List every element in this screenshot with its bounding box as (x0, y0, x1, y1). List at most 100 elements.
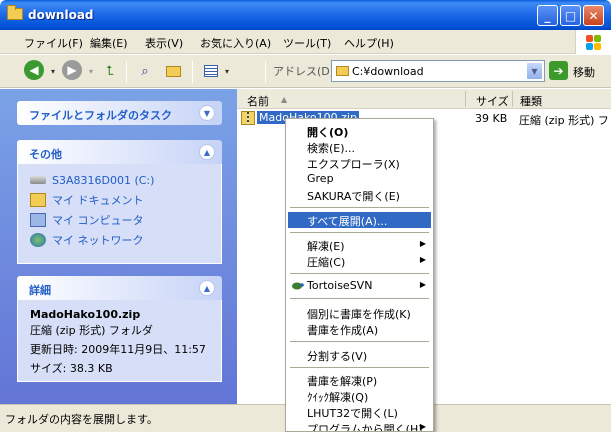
menu-item-label[interactable]: 開く(O) (307, 124, 348, 140)
column-size[interactable]: サイズ (476, 93, 509, 109)
address-label: アドレス(D) (273, 65, 335, 78)
menu-view[interactable]: 表示(V) (145, 35, 183, 51)
menu-item-grep[interactable]: Grep (288, 171, 431, 187)
folder-icon (336, 66, 349, 76)
menu-file[interactable]: ファイル(F) (24, 35, 83, 51)
menu-item-quick-extract[interactable]: ｸｲｯｸ解凍(Q) (288, 388, 431, 404)
forward-dropdown-icon[interactable]: ▾ (82, 62, 100, 80)
collapse-chevron-icon[interactable]: ▲ (199, 144, 215, 160)
menu-item-label[interactable]: プログラムから開く(H) (307, 421, 423, 431)
file-tasks-title[interactable]: ファイルとフォルダのタスク (29, 107, 172, 123)
details-file-name: MadoHako100.zip (30, 308, 141, 321)
file-type: 圧縮 (zip 形式) フ (519, 114, 609, 127)
other-item-label[interactable]: マイ ネットワーク (52, 232, 144, 248)
toolbar: ◀ ▾ ▶ ▾ ⮤ ⌕ ▾ アドレス(D) C:¥download ▼ ➔ 移動 (0, 55, 611, 88)
up-folder-icon[interactable]: ⮤ (101, 62, 119, 80)
folder-icon (7, 5, 23, 20)
details-body: MadoHako100.zip 圧縮 (zip 形式) フォルダ 更新日時: 2… (17, 300, 222, 382)
menu-item-label[interactable]: エクスプローラ(X) (307, 156, 400, 172)
address-dropdown-icon[interactable]: ▼ (526, 62, 543, 80)
menu-item-create-individual-archives[interactable]: 個別に書庫を作成(K) (288, 305, 431, 321)
menu-item-create-archive[interactable]: 書庫を作成(A) (288, 321, 431, 337)
menu-item-explore[interactable]: エクスプローラ(X) (288, 155, 431, 171)
column-header: 名前 ▲ サイズ 種類 (237, 89, 611, 109)
column-name[interactable]: 名前 (247, 93, 269, 109)
menu-bar: ファイル(F) 編集(E) 表示(V) お気に入り(A) ツール(T) ヘルプ(… (0, 30, 611, 54)
menu-item-open[interactable]: 開く(O) (288, 123, 431, 139)
minimize-button[interactable]: _ (537, 5, 558, 26)
menu-item-label[interactable]: 圧縮(C) (307, 254, 345, 270)
task-pane: ファイルとフォルダのタスク ▼ その他 ▲ S3A8316D001 (C:) マ… (0, 89, 237, 404)
other-places-title[interactable]: その他 (29, 146, 62, 162)
go-label[interactable]: 移動 (573, 64, 595, 80)
other-item-my-network[interactable]: マイ ネットワーク (30, 230, 209, 250)
other-item-label[interactable]: S3A8316D001 (C:) (52, 174, 154, 187)
maximize-button[interactable]: □ (560, 5, 581, 26)
menu-item-open-sakura[interactable]: SAKURAで開く(E) (288, 187, 431, 203)
menu-item-split[interactable]: 分割する(V) (288, 347, 431, 363)
other-item-label[interactable]: マイ コンピュータ (52, 212, 144, 228)
go-button[interactable]: ➔ (549, 61, 568, 80)
menu-item-tortoisesvn[interactable]: TortoiseSVN ▶ (288, 278, 431, 294)
menu-favorites[interactable]: お気に入り(A) (200, 35, 271, 51)
menu-item-decompress[interactable]: 解凍(E) ▶ (288, 237, 431, 253)
menu-item-label[interactable]: 個別に書庫を作成(K) (307, 306, 411, 322)
menu-item-label[interactable]: Grep (307, 172, 334, 185)
title-bar[interactable]: download _ □ ✕ (0, 0, 611, 30)
folders-icon[interactable] (164, 62, 182, 80)
menu-item-label[interactable]: ｸｲｯｸ解凍(Q) (307, 389, 368, 405)
submenu-arrow-icon: ▶ (419, 239, 426, 248)
forward-button[interactable]: ▶ (62, 60, 82, 80)
menu-help[interactable]: ヘルプ(H) (344, 35, 394, 51)
zip-folder-icon (241, 111, 255, 125)
menu-item-label[interactable]: 検索(E)... (307, 140, 355, 156)
context-menu: 開く(O) 検索(E)... エクスプローラ(X) Grep SAKURAで開く… (285, 118, 434, 432)
other-places-header[interactable]: その他 ▲ (17, 140, 222, 164)
close-button[interactable]: ✕ (583, 5, 604, 26)
forward-arrow-icon: ▶ (67, 63, 77, 77)
windows-logo-icon (575, 30, 611, 54)
menu-item-label[interactable]: 分割する(V) (307, 348, 367, 364)
menu-item-extract-all[interactable]: すべて展開(A)... (288, 212, 431, 228)
submenu-arrow-icon: ▶ (419, 422, 426, 431)
menu-item-label[interactable]: すべて展開(A)... (307, 213, 387, 229)
menu-item-label[interactable]: LHUT32で開く(L) (307, 405, 398, 421)
menu-item-search[interactable]: 検索(E)... (288, 139, 431, 155)
my-computer-icon (30, 213, 46, 227)
menu-item-label[interactable]: TortoiseSVN (307, 279, 372, 292)
address-value[interactable]: C:¥download (352, 65, 424, 78)
other-item-my-documents[interactable]: マイ ドキュメント (30, 190, 209, 210)
details-title[interactable]: 詳細 (29, 282, 51, 298)
other-item-my-computer[interactable]: マイ コンピュータ (30, 210, 209, 230)
search-icon[interactable]: ⌕ (136, 62, 154, 80)
menu-tools[interactable]: ツール(T) (283, 35, 331, 51)
menu-item-label[interactable]: 書庫を解凍(P) (307, 373, 377, 389)
menu-edit[interactable]: 編集(E) (90, 35, 128, 51)
details-file-type: 圧縮 (zip 形式) フォルダ (30, 324, 153, 337)
back-button[interactable]: ◀ (24, 60, 44, 80)
other-item-drive[interactable]: S3A8316D001 (C:) (30, 170, 209, 190)
menu-item-extract-archive[interactable]: 書庫を解凍(P) (288, 372, 431, 388)
file-tasks-header[interactable]: ファイルとフォルダのタスク ▼ (17, 101, 222, 125)
back-dropdown-icon[interactable]: ▾ (44, 62, 62, 80)
maximize-icon: □ (564, 8, 577, 23)
menu-item-open-lhut32[interactable]: LHUT32で開く(L) (288, 404, 431, 420)
window-title: download (28, 8, 94, 22)
go-arrow-icon: ➔ (553, 63, 564, 78)
column-type[interactable]: 種類 (520, 93, 542, 109)
collapse-chevron-icon[interactable]: ▲ (199, 280, 215, 296)
menu-item-open-with[interactable]: プログラムから開く(H) ▶ (288, 420, 431, 431)
menu-item-compress[interactable]: 圧縮(C) ▶ (288, 253, 431, 269)
my-network-icon (30, 233, 46, 247)
drive-icon (30, 176, 46, 184)
expand-chevron-icon[interactable]: ▼ (199, 105, 215, 121)
other-item-label[interactable]: マイ ドキュメント (52, 192, 144, 208)
views-dropdown-icon[interactable]: ▾ (218, 62, 236, 80)
menu-item-label[interactable]: 解凍(E) (307, 238, 345, 254)
menu-item-label[interactable]: 書庫を作成(A) (307, 322, 378, 338)
details-header[interactable]: 詳細 ▲ (17, 276, 222, 300)
other-places-body: S3A8316D001 (C:) マイ ドキュメント マイ コンピュータ マイ … (17, 164, 222, 264)
back-arrow-icon: ◀ (29, 63, 39, 77)
address-input[interactable]: C:¥download ▼ (331, 60, 545, 82)
menu-item-label[interactable]: SAKURAで開く(E) (307, 188, 400, 204)
